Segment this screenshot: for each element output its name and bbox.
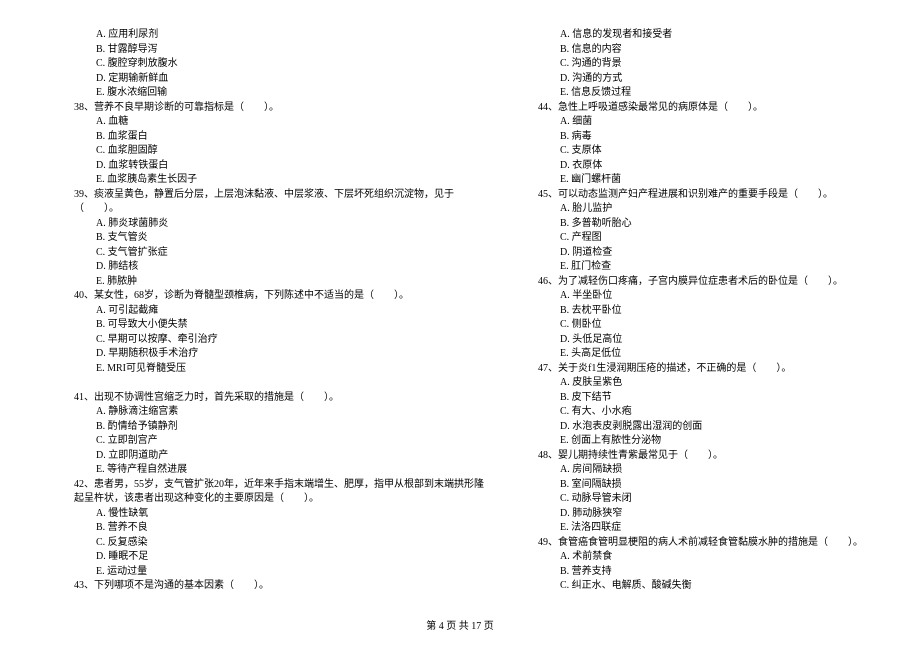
option-line: E. 血浆胰岛素生长因子	[50, 173, 484, 188]
question-line: 起呈杵状，该患者出现这种变化的主要原因是（ ）。	[50, 492, 484, 507]
option-line: C. 纠正水、电解质、酸碱失衡	[514, 579, 870, 594]
option-line: B. 血浆蛋白	[50, 130, 484, 145]
question-line: 39、痰液呈黄色，静置后分层，上层泡沫黏液、中层浆液、下层坏死组织沉淀物，见于	[50, 188, 484, 203]
option-line: D. 早期随积极手术治疗	[50, 347, 484, 362]
option-line: A. 术前禁食	[514, 550, 870, 565]
option-line: D. 立即阴道助产	[50, 449, 484, 464]
question-line: 46、为了减轻伤口疼痛，子宫内膜异位症患者术后的卧位是（ ）。	[514, 275, 870, 290]
option-line: B. 酌情给予镇静剂	[50, 420, 484, 435]
option-line: E. 腹水浓缩回输	[50, 86, 484, 101]
option-line: A. 血糖	[50, 115, 484, 130]
option-line: A. 皮肤呈紫色	[514, 376, 870, 391]
option-line: C. 血浆胆固醇	[50, 144, 484, 159]
question-line: 48、婴儿期持续性青紫最常见于（ ）。	[514, 449, 870, 464]
option-line: A. 应用利尿剂	[50, 28, 484, 43]
option-line: A. 静脉滴注缩宫素	[50, 405, 484, 420]
option-line: A. 慢性缺氧	[50, 507, 484, 522]
right-column: A. 信息的发现者和接受者B. 信息的内容C. 沟通的背景D. 沟通的方式E. …	[514, 28, 870, 594]
option-line: C. 立即剖宫产	[50, 434, 484, 449]
option-line: B. 营养不良	[50, 521, 484, 536]
option-line: A. 信息的发现者和接受者	[514, 28, 870, 43]
option-line: C. 产程图	[514, 231, 870, 246]
option-line: C. 腹腔穿刺放腹水	[50, 57, 484, 72]
option-line: A. 肺炎球菌肺炎	[50, 217, 484, 232]
option-line: B. 室间隔缺损	[514, 478, 870, 493]
option-line: D. 阴道检查	[514, 246, 870, 261]
option-line: E. 肛门检查	[514, 260, 870, 275]
option-line: A. 细菌	[514, 115, 870, 130]
option-line: B. 去枕平卧位	[514, 304, 870, 319]
option-line: B. 皮下结节	[514, 391, 870, 406]
question-line: （ ）。	[50, 202, 484, 217]
option-line: D. 水泡表皮剥脱露出湿润的创面	[514, 420, 870, 435]
option-line: E. 等待产程自然进展	[50, 463, 484, 478]
question-line: 49、食管癌食管明显梗阻的病人术前减轻食管黏膜水肿的措施是（ ）。	[514, 536, 870, 551]
option-line: E. 运动过量	[50, 565, 484, 580]
option-line: D. 血浆转铁蛋白	[50, 159, 484, 174]
question-line: 44、急性上呼吸道感染最常见的病原体是（ ）。	[514, 101, 870, 116]
option-line: C. 支气管扩张症	[50, 246, 484, 261]
left-column: A. 应用利尿剂B. 甘露醇导泻C. 腹腔穿刺放腹水D. 定期输新鲜血E. 腹水…	[50, 28, 484, 594]
option-line: A. 房间隔缺损	[514, 463, 870, 478]
option-line: B. 可导致大小便失禁	[50, 318, 484, 333]
option-line: D. 睡眠不足	[50, 550, 484, 565]
option-line: E. 创面上有脓性分泌物	[514, 434, 870, 449]
option-line: C. 有大、小水疱	[514, 405, 870, 420]
option-line: B. 甘露醇导泻	[50, 43, 484, 58]
option-line: E. 肺脓肿	[50, 275, 484, 290]
option-line: D. 头低足高位	[514, 333, 870, 348]
option-line: C. 动脉导管未闭	[514, 492, 870, 507]
question-line: 47、关于炎f1生浸润期压疮的描述，不正确的是（ ）。	[514, 362, 870, 377]
option-line: B. 信息的内容	[514, 43, 870, 58]
question-line: 41、出现不协调性宫缩乏力时，首先采取的措施是（ ）。	[50, 391, 484, 406]
page-footer: 第 4 页 共 17 页	[0, 617, 920, 632]
option-line: E. 幽门螺杆菌	[514, 173, 870, 188]
option-line: B. 多普勒听胎心	[514, 217, 870, 232]
question-line: 45、可以动态监测产妇产程进展和识别难产的重要手段是（ ）。	[514, 188, 870, 203]
question-line: 38、营养不良早期诊断的可靠指标是（ ）。	[50, 101, 484, 116]
question-line: 43、下列哪项不是沟通的基本因素（ ）。	[50, 579, 484, 594]
option-line: A. 胎儿监护	[514, 202, 870, 217]
option-line: C. 支原体	[514, 144, 870, 159]
option-line: E. 法洛四联症	[514, 521, 870, 536]
option-line: B. 支气管炎	[50, 231, 484, 246]
option-line: E. MRI可见脊髓受压	[50, 362, 484, 377]
option-line: E. 头高足低位	[514, 347, 870, 362]
option-line: C. 沟通的背景	[514, 57, 870, 72]
option-line: D. 肺动脉狭窄	[514, 507, 870, 522]
option-line: D. 沟通的方式	[514, 72, 870, 87]
option-line: B. 营养支持	[514, 565, 870, 580]
option-line: C. 侧卧位	[514, 318, 870, 333]
option-line: B. 病毒	[514, 130, 870, 145]
question-line	[50, 376, 484, 391]
option-line: A. 可引起截瘫	[50, 304, 484, 319]
option-line: A. 半坐卧位	[514, 289, 870, 304]
question-line: 42、患者男，55岁，支气管扩张20年，近年来手指末端增生、肥厚，指甲从根部到末…	[50, 478, 484, 493]
question-line: 40、某女性，68岁，诊断为脊髓型颈椎病，下列陈述中不适当的是（ ）。	[50, 289, 484, 304]
option-line: D. 定期输新鲜血	[50, 72, 484, 87]
option-line: E. 信息反馈过程	[514, 86, 870, 101]
page-columns: A. 应用利尿剂B. 甘露醇导泻C. 腹腔穿刺放腹水D. 定期输新鲜血E. 腹水…	[50, 28, 870, 594]
option-line: D. 衣原体	[514, 159, 870, 174]
option-line: C. 反复感染	[50, 536, 484, 551]
option-line: D. 肺结核	[50, 260, 484, 275]
option-line: C. 早期可以按摩、牵引治疗	[50, 333, 484, 348]
